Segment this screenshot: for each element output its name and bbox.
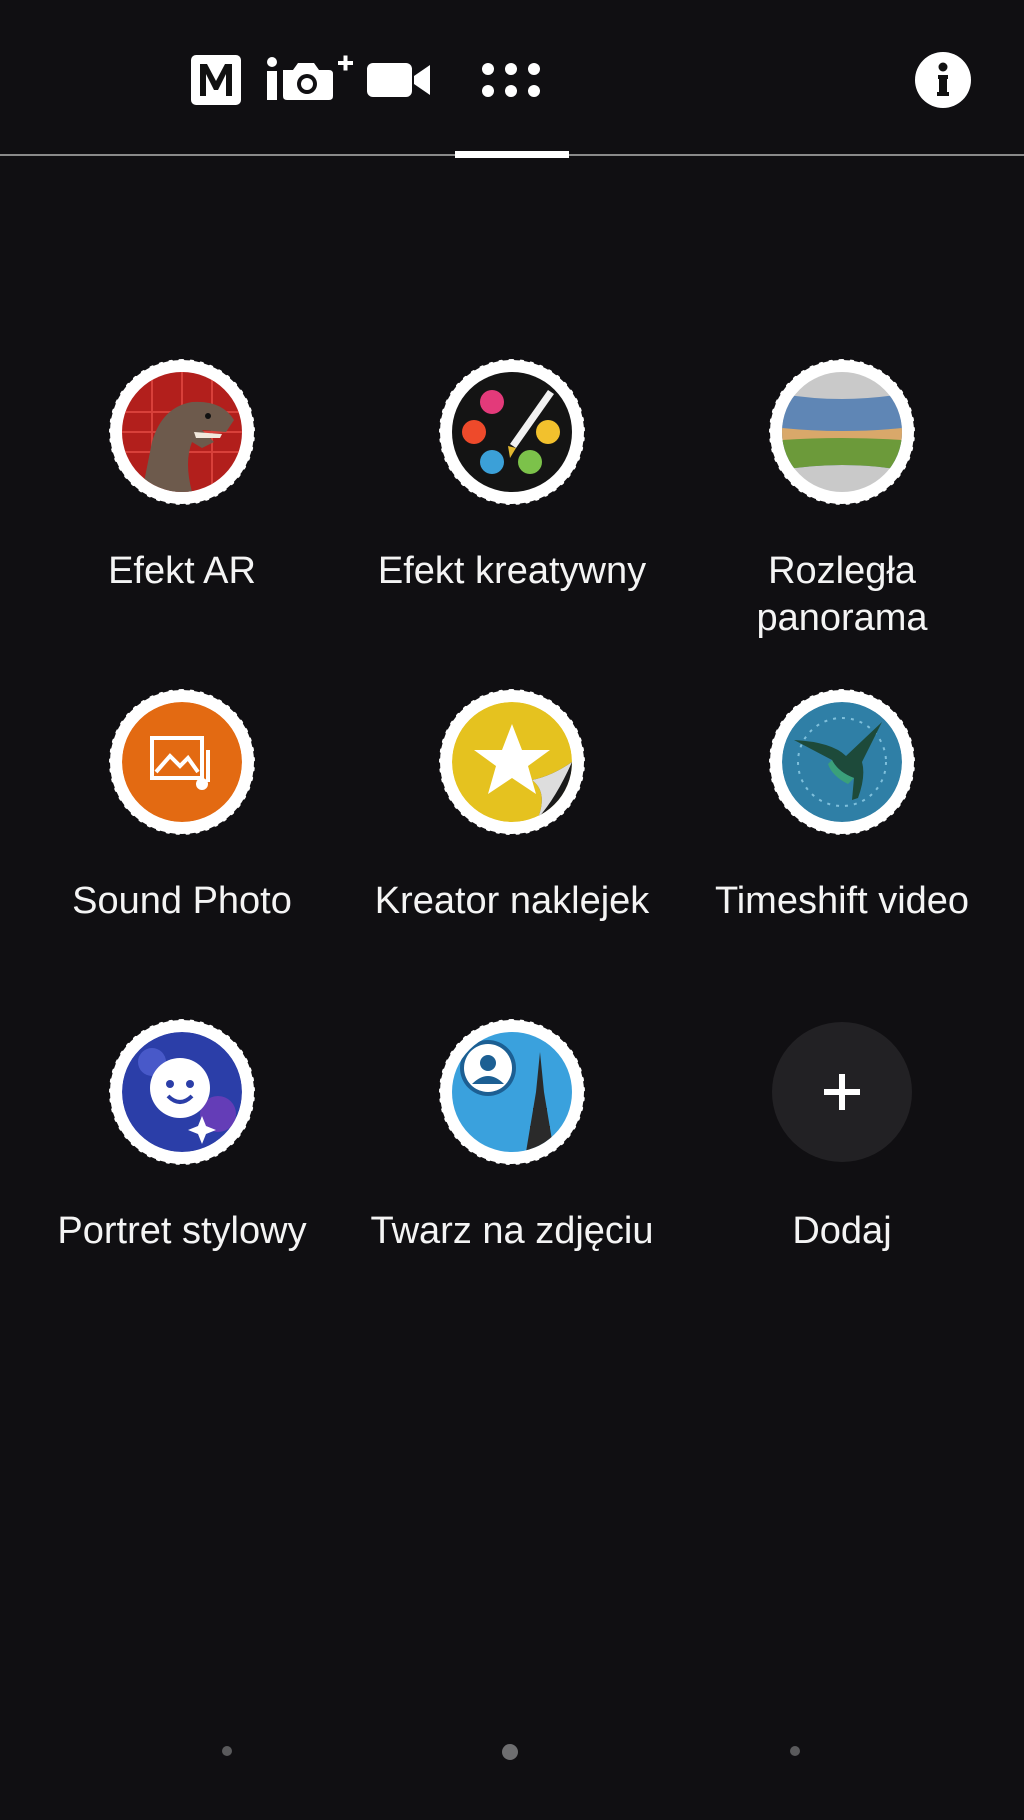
page-dot-2-current[interactable] [502,1744,518,1760]
app-label: Kreator naklejek [374,880,650,922]
add-app-circle [772,1022,912,1162]
app-icon-frame [439,359,585,505]
app-label: Dodaj [792,1210,892,1252]
app-label: Twarz na zdjęciu [370,1210,654,1252]
app-icon-frame [109,359,255,505]
face-in-picture-icon [452,1032,572,1152]
page-dot-3[interactable] [790,1746,800,1756]
camera-screen: Efekt AR Efekt kreatywny Rozległa panora… [0,0,1024,1820]
app-icon-frame [109,1019,255,1165]
page-dot-1[interactable] [222,1746,232,1756]
app-label: Rozległa panorama [756,550,928,639]
app-icon-frame [439,1019,585,1165]
dinosaur-icon [122,372,242,492]
sticker-star-icon [452,702,572,822]
app-icon-frame [769,689,915,835]
app-icon-frame [769,359,915,505]
camera-apps-grid: Efekt AR Efekt kreatywny Rozległa panora… [0,0,1024,1820]
palette-icon [452,372,572,492]
app-icon-frame [439,689,585,835]
sound-photo-icon [122,702,242,822]
app-label: Efekt AR [108,550,256,592]
style-portrait-icon [122,1032,242,1152]
app-label: Timeshift video [714,880,970,922]
app-icon-frame [109,689,255,835]
app-label: Portret stylowy [57,1210,307,1252]
hummingbird-icon [782,702,902,822]
app-label: Sound Photo [72,880,292,922]
plus-icon [824,1074,860,1110]
app-label: Efekt kreatywny [377,550,647,592]
panorama-icon [782,372,902,492]
